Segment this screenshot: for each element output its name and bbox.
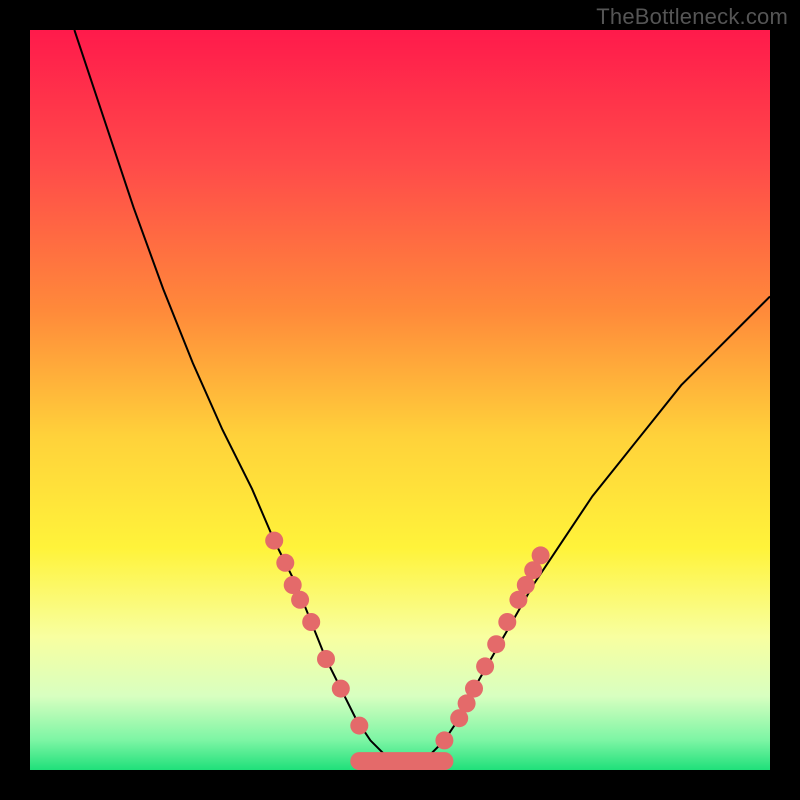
curve-dot — [317, 650, 335, 668]
chart-frame: TheBottleneck.com — [0, 0, 800, 800]
curve-dot — [350, 717, 368, 735]
curve-dot — [487, 635, 505, 653]
chart-svg — [30, 30, 770, 770]
curve-dot — [291, 591, 309, 609]
curve-dot — [465, 680, 483, 698]
gradient-background — [30, 30, 770, 770]
plot-area — [30, 30, 770, 770]
curve-dot — [265, 532, 283, 550]
curve-dot — [435, 731, 453, 749]
curve-dot — [332, 680, 350, 698]
curve-dot — [476, 657, 494, 675]
curve-dot — [498, 613, 516, 631]
curve-dot — [276, 554, 294, 572]
curve-dot — [532, 546, 550, 564]
curve-dot — [302, 613, 320, 631]
watermark-text: TheBottleneck.com — [596, 4, 788, 30]
